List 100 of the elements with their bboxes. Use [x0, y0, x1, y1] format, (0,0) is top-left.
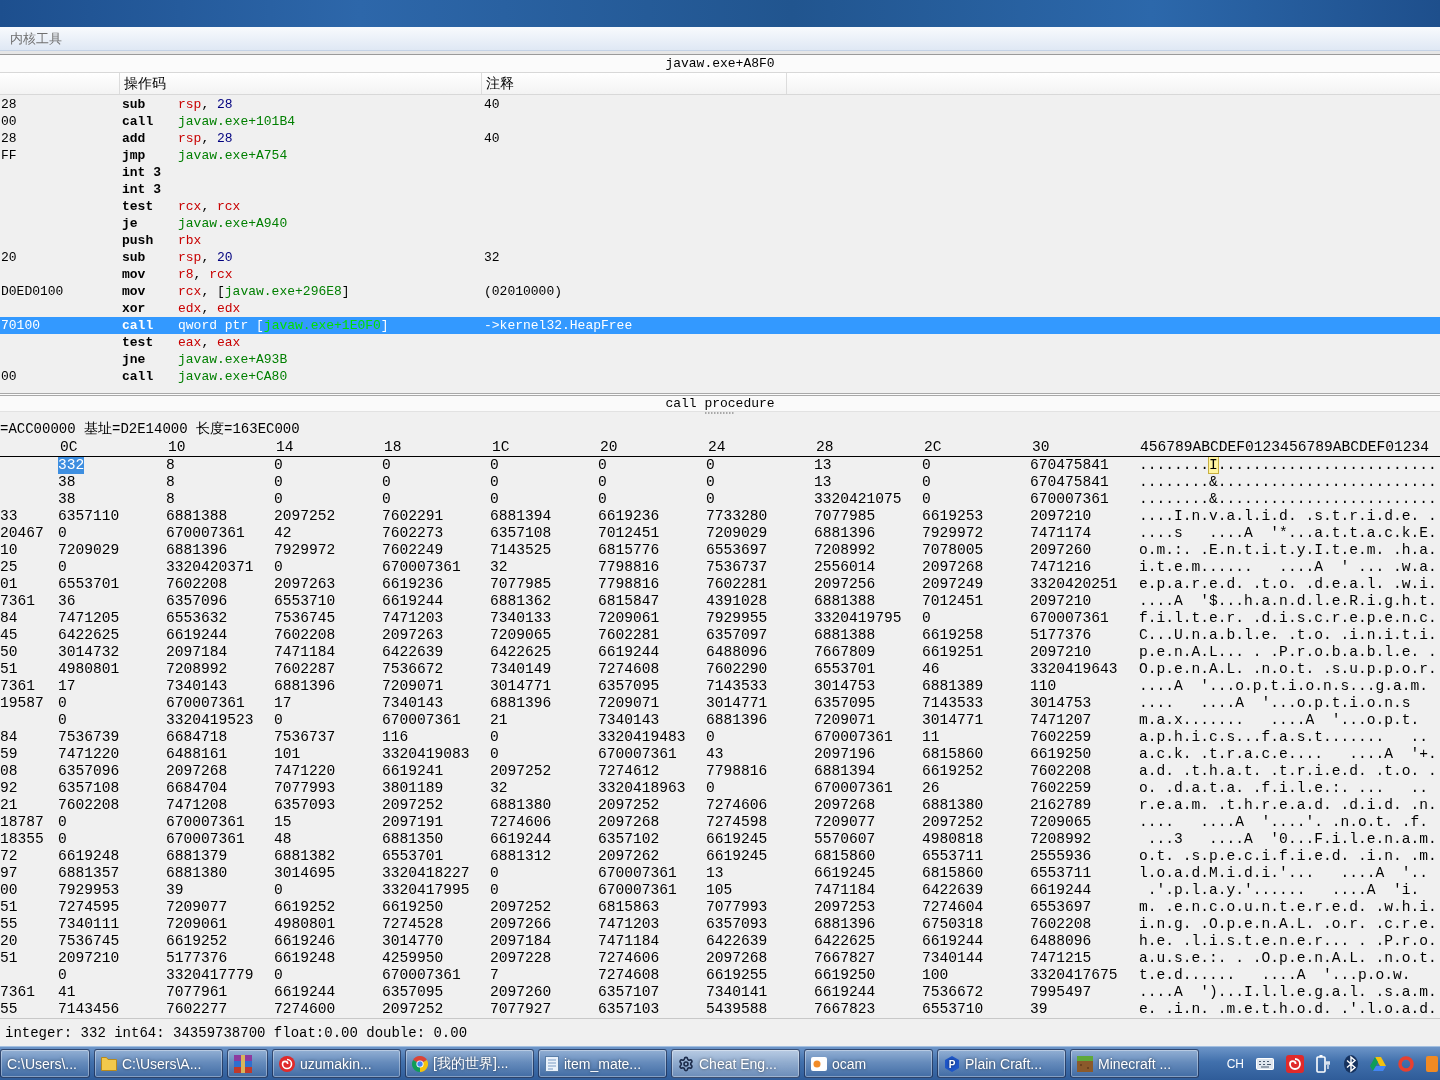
hex-value: 2097184 [490, 933, 552, 950]
hex-value: 7798816 [598, 576, 660, 593]
keyboard-icon[interactable] [1256, 1057, 1274, 1070]
language-indicator[interactable]: CH [1226, 1056, 1244, 1071]
battery-plug-icon[interactable] [1316, 1054, 1332, 1073]
taskbar-button[interactable]: ocam [804, 1049, 933, 1078]
ascii-text: .'.p.l.a.y.'...... ....A 'i. [1146, 882, 1420, 899]
gear-icon [678, 1055, 694, 1072]
hex-value: 7667827 [814, 950, 876, 967]
hex-value: 7471220 [58, 746, 120, 763]
hex-value: 6553711 [922, 848, 984, 865]
taskbar-button[interactable]: Minecraft ... [1070, 1049, 1199, 1078]
column-header[interactable]: 注释 [486, 74, 514, 93]
hex-value: 7929972 [922, 525, 984, 542]
address-text: 59 [0, 746, 18, 763]
hex-value: 2162789 [1030, 797, 1092, 814]
taskbar-button[interactable]: C:\Users\A... [94, 1049, 223, 1078]
hex-value: 2097263 [382, 627, 444, 644]
ascii-text: e. .i.n. .m.e.t.h.o.d. .'.l.o.a.d. [1138, 1001, 1437, 1018]
mnemonic-text: test [122, 198, 154, 215]
menu-item[interactable]: 内核工具 [10, 29, 62, 48]
ascii-text: h.e. .l.i.s.t.e.n.e.r... . .P.r.o. [1138, 933, 1437, 950]
mnemonic-text: int 3 [122, 164, 161, 181]
operand-text: javaw.exe+A93B [178, 351, 288, 368]
hex-value: 7471215 [1030, 950, 1092, 967]
document-icon [545, 1055, 559, 1072]
hex-value: 670007361 [166, 525, 245, 542]
taskbar-button[interactable]: [我的世界]... [405, 1049, 534, 1078]
ascii-text: ....A ')...I.l.l.e.g.a.l. .s.a.m. [1138, 984, 1437, 1001]
hex-value: 0 [706, 474, 715, 491]
hex-value: 670007361 [166, 695, 245, 712]
hex-value: 0 [922, 474, 931, 491]
hex-value: 7995497 [1030, 984, 1092, 1001]
hex-value: 7 [490, 967, 499, 984]
hex-value: 0 [274, 882, 283, 899]
ascii-text: p.e.n.A.L... . .P.r.o.b.a.b.l.e. . [1138, 644, 1437, 661]
hex-value: 7209065 [1030, 814, 1092, 831]
hex-value: 6357108 [58, 780, 120, 797]
hex-value: 332 [58, 457, 85, 474]
hex-value: 6619251 [922, 644, 984, 661]
taskbar-button[interactable]: item_mate... [538, 1049, 667, 1078]
hex-value: 6619244 [490, 831, 552, 848]
hex-value: 6881380 [166, 865, 228, 882]
hex-value: 7536745 [58, 933, 120, 950]
hex-value: 0 [382, 474, 391, 491]
hex-value: 2097228 [490, 950, 552, 967]
triangle-icon[interactable] [1370, 1056, 1386, 1071]
taskbar-button[interactable]: Cheat Eng... [671, 1049, 800, 1078]
comment-text: ->kernel32.HeapFree [484, 317, 633, 334]
mnemonic-text: add [122, 130, 146, 147]
address-text: 18355 [0, 831, 44, 848]
hex-value: 6488096 [706, 644, 768, 661]
hex-value: 11 [922, 729, 940, 746]
spiral-tile-icon[interactable] [1286, 1054, 1304, 1073]
hex-value: 0 [706, 457, 715, 474]
hex-value: 670007361 [598, 882, 677, 899]
hex-value: 7667809 [814, 644, 876, 661]
hex-value: 7012451 [598, 525, 660, 542]
hex-value: 7602259 [1030, 780, 1092, 797]
hex-value: 7536737 [706, 559, 768, 576]
taskbar-button[interactable]: C:\Users\... [0, 1049, 90, 1078]
hex-value: 2097252 [382, 797, 444, 814]
hex-value: 7209071 [382, 678, 444, 695]
hex-value: 0 [382, 491, 391, 508]
hex-value: 2556014 [814, 559, 876, 576]
hex-value: 7077961 [166, 984, 228, 1001]
hex-value: 7602208 [1030, 916, 1092, 933]
address-text: 7361 [0, 593, 36, 610]
hex-value: 7208992 [166, 661, 228, 678]
hex-value: 0 [490, 491, 499, 508]
memory-region-info: =ACC00000 基址=D2E14000 长度=163EC000 [0, 419, 300, 438]
bluetooth-icon[interactable] [1344, 1054, 1358, 1073]
hex-value: 6553697 [706, 542, 768, 559]
hex-value: 3320417995 [382, 882, 470, 899]
hex-value: 6881396 [706, 712, 768, 729]
mnemonic-text: mov [122, 266, 146, 283]
hex-value: 7209071 [598, 695, 660, 712]
hex-value: 4391028 [706, 593, 768, 610]
hex-value: 2555936 [1030, 848, 1092, 865]
taskbar-button[interactable] [227, 1049, 268, 1078]
address-text: 21 [0, 797, 18, 814]
ascii-text: O.p.e.n.A.L. .n.o.t. .s.u.p.p.o.r. [1138, 661, 1437, 678]
hex-value: 4259950 [382, 950, 444, 967]
hex-value: 7536737 [274, 729, 336, 746]
hex-value: 0 [706, 491, 715, 508]
ascii-text: ...3 ....A '0...F.i.l.e.n.a.m. [1146, 831, 1437, 848]
hex-value: 6357110 [58, 508, 120, 525]
ascii-text: i.t.e.m...... ....A ' ... .w.a. [1138, 559, 1437, 576]
hex-value: 0 [922, 610, 931, 627]
selected-row[interactable]: 70100 call qword ptr [javaw.exe+1E0F0] ->kernel32.HeapFree [0, 317, 1440, 334]
hex-value: 7602291 [382, 508, 444, 525]
taskbar-button[interactable]: P Plain Craft... [937, 1049, 1066, 1078]
hex-value: 7078005 [922, 542, 984, 559]
taskbar-button[interactable]: uzumakin... [272, 1049, 401, 1078]
address-text: 55 [0, 916, 18, 933]
ascii-text: l.o.a.d.M.i.d.i.'... ....A '.. [1138, 865, 1428, 882]
column-header[interactable]: 操作码 [124, 74, 166, 93]
mnemonic-text: push [122, 232, 154, 249]
hex-value: 32 [490, 780, 508, 797]
hex-value: 3320419795 [814, 610, 902, 627]
